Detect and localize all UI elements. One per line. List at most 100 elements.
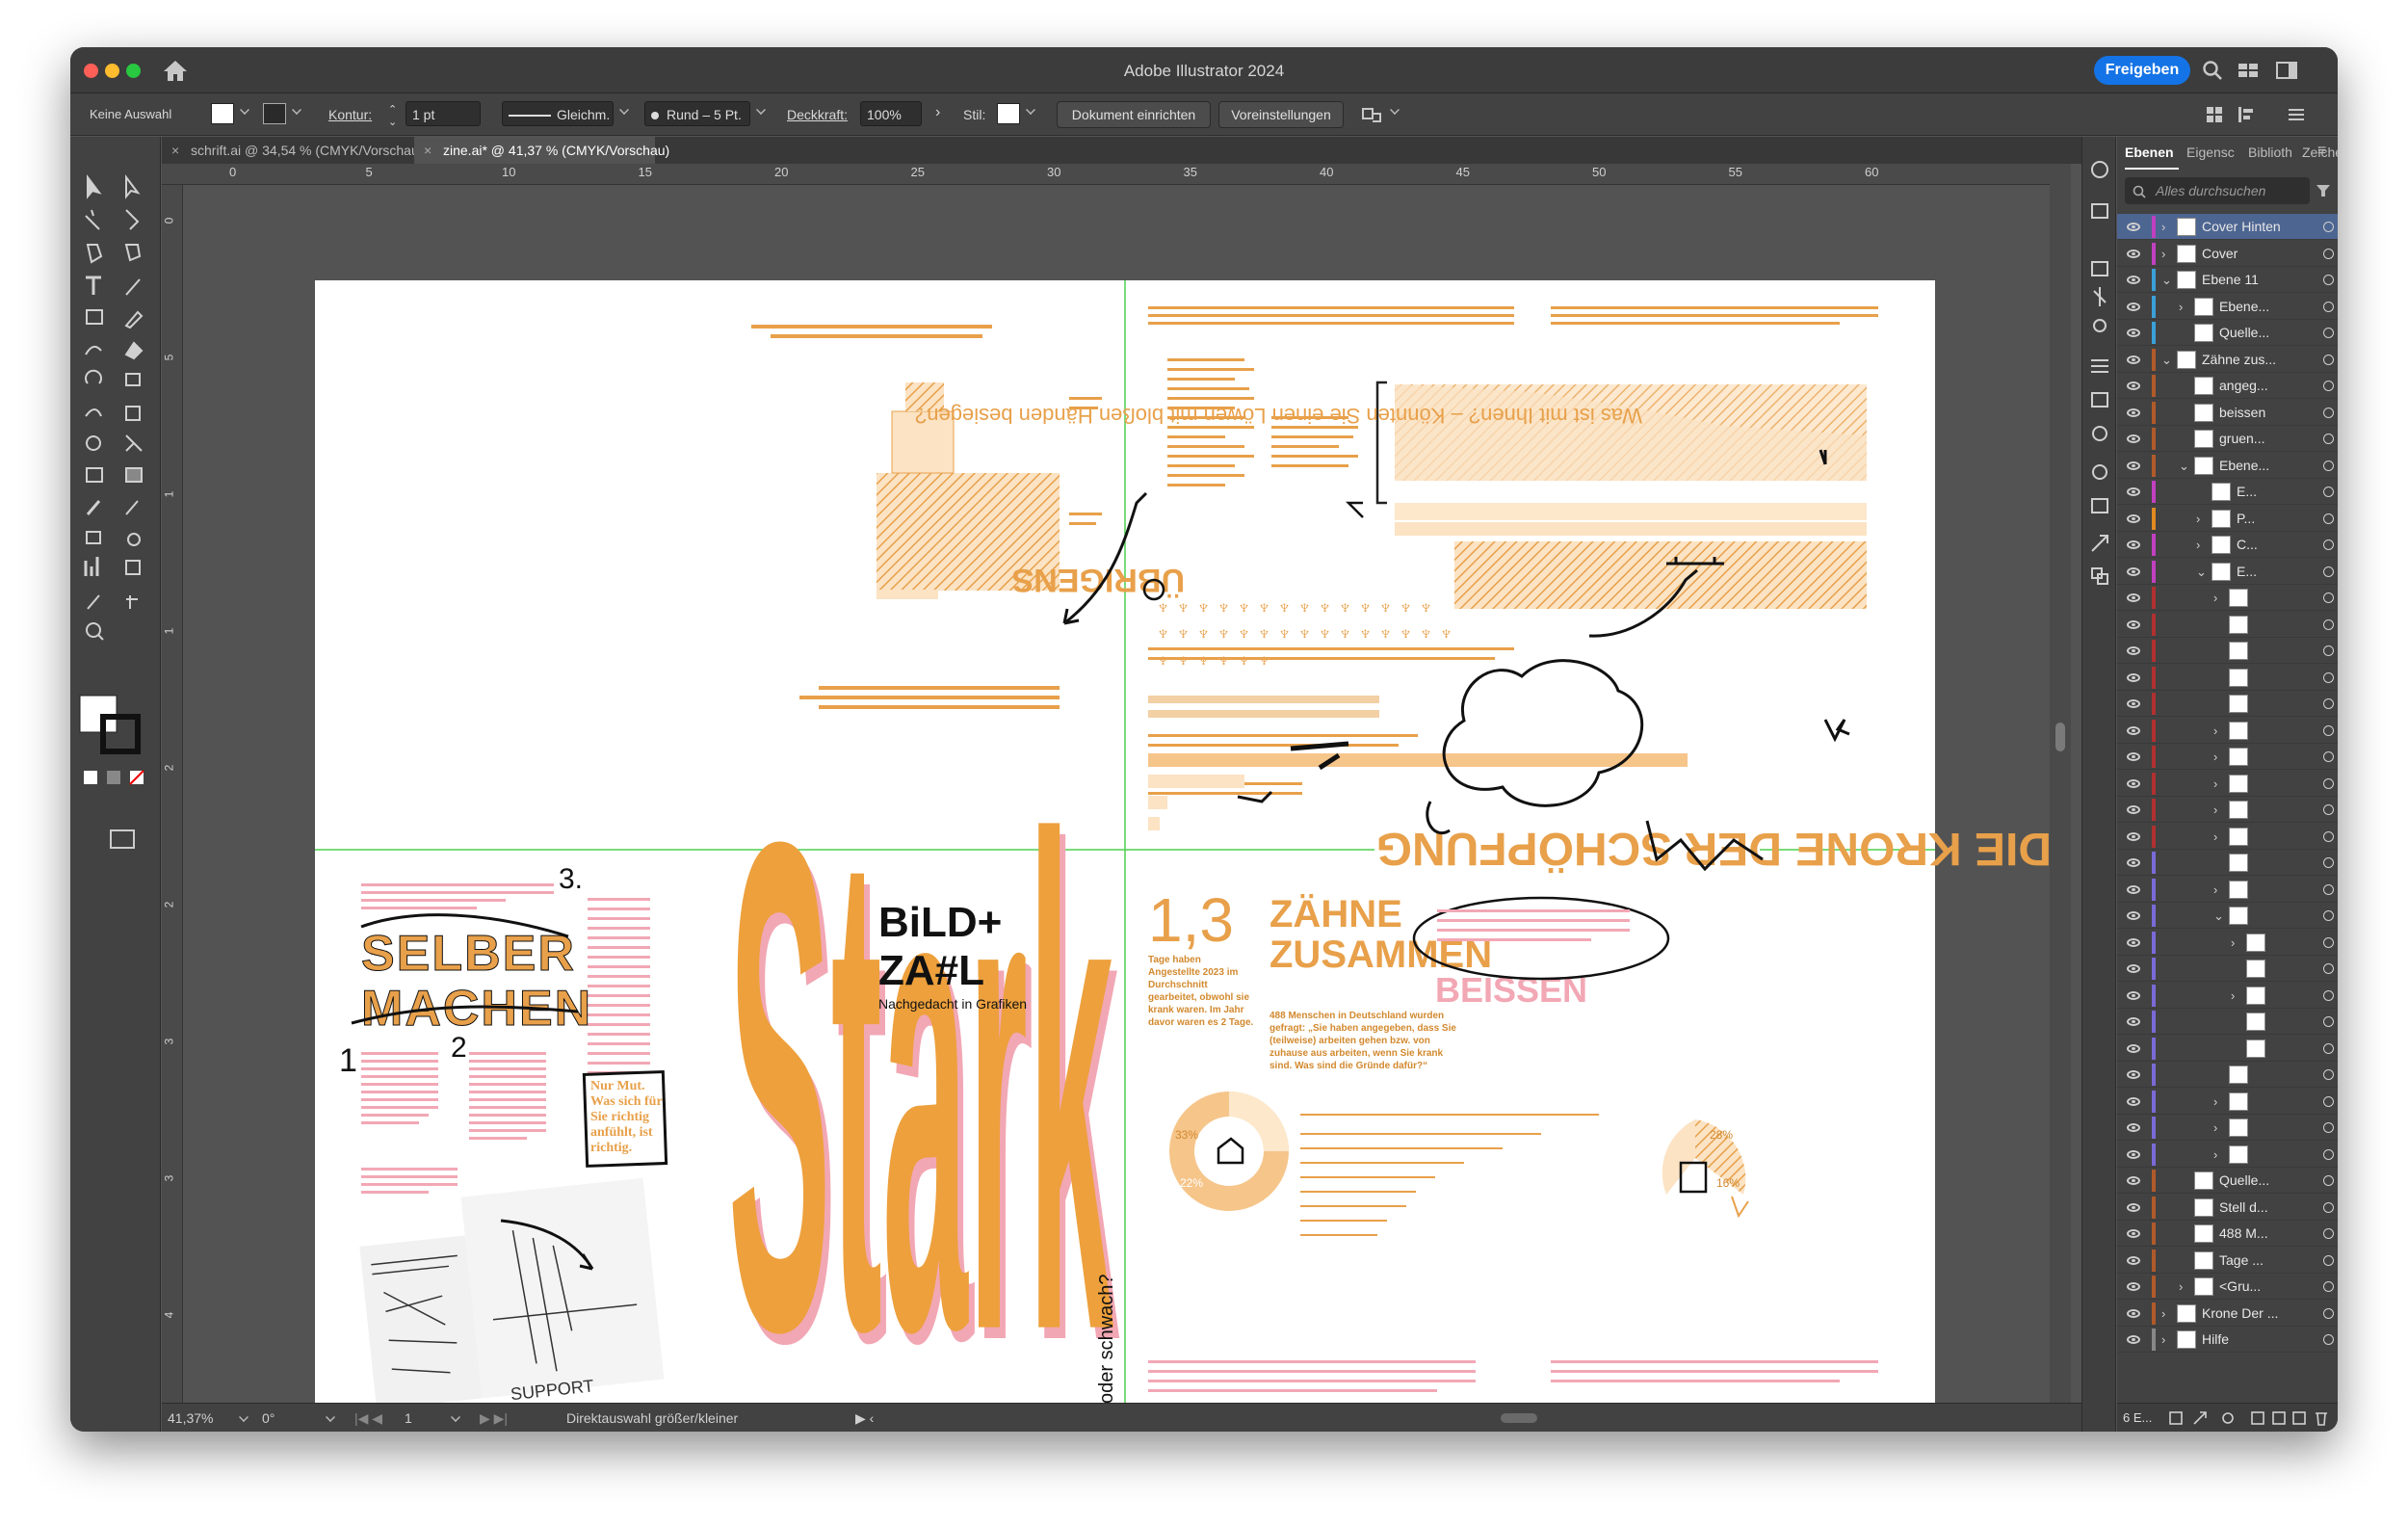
visibility-eye-icon[interactable] <box>2127 382 2140 390</box>
chevron-right-icon[interactable]: › <box>2213 724 2217 738</box>
layer-target-icon[interactable] <box>2323 1228 2334 1239</box>
horizontal-scroll-thumb[interactable] <box>1501 1413 1537 1423</box>
layer-target-icon[interactable] <box>2323 1201 2334 1213</box>
visibility-eye-icon[interactable] <box>2127 540 2140 549</box>
layer-row[interactable]: › <box>2117 1115 2338 1141</box>
layer-target-icon[interactable] <box>2323 248 2334 259</box>
chevron-right-icon[interactable]: › <box>2213 1120 2217 1135</box>
chevron-right-icon[interactable]: › <box>2179 300 2183 314</box>
layer-row[interactable] <box>2117 850 2338 876</box>
close-icon[interactable]: × <box>171 137 179 164</box>
visibility-eye-icon[interactable] <box>2127 964 2140 973</box>
first-artboard-icon[interactable]: |◀ ◀ <box>354 1410 382 1427</box>
tab-layers[interactable]: Ebenen <box>2125 145 2174 160</box>
visibility-eye-icon[interactable] <box>2127 778 2140 788</box>
layer-target-icon[interactable] <box>2323 407 2334 418</box>
visibility-eye-icon[interactable] <box>2127 1176 2140 1185</box>
layer-target-icon[interactable] <box>2323 883 2334 895</box>
visibility-eye-icon[interactable] <box>2127 566 2140 576</box>
layer-target-icon[interactable] <box>2323 328 2334 338</box>
chevron-down-icon[interactable] <box>1390 105 1400 115</box>
search-icon[interactable] <box>2202 60 2223 81</box>
layer-row[interactable]: 488 M... <box>2117 1221 2338 1247</box>
layer-row[interactable]: › P... <box>2117 506 2338 532</box>
layer-target-icon[interactable] <box>2323 381 2334 391</box>
visibility-eye-icon[interactable] <box>2127 302 2140 311</box>
layer-row[interactable] <box>2117 1062 2338 1088</box>
visibility-eye-icon[interactable] <box>2127 990 2140 1000</box>
layer-row[interactable]: Tage ... <box>2117 1248 2338 1274</box>
layer-target-icon[interactable] <box>2323 618 2334 630</box>
chevron-down-icon[interactable] <box>1026 105 1035 115</box>
visibility-eye-icon[interactable] <box>2127 434 2140 443</box>
chevron-down-icon[interactable]: ⌄ <box>2161 273 2172 288</box>
layer-row[interactable]: › <box>2117 718 2338 744</box>
visibility-eye-icon[interactable] <box>2127 223 2140 231</box>
layer-target-icon[interactable] <box>2323 777 2334 789</box>
visibility-eye-icon[interactable] <box>2127 1096 2140 1106</box>
chevron-right-icon[interactable]: › <box>2213 882 2217 897</box>
layer-row[interactable]: E... <box>2117 479 2338 505</box>
visibility-eye-icon[interactable] <box>2127 672 2140 682</box>
chevron-right-icon[interactable]: › <box>2161 247 2165 261</box>
visibility-eye-icon[interactable] <box>2127 752 2140 761</box>
status-menu-icon[interactable]: ▶ ‹ <box>855 1410 874 1427</box>
chevron-down-icon[interactable]: ⌄ <box>2161 353 2172 368</box>
visibility-eye-icon[interactable] <box>2127 725 2140 735</box>
layer-row[interactable]: Quelle... <box>2117 320 2338 346</box>
layer-row[interactable]: ⌄ Ebene... <box>2117 453 2338 479</box>
stroke-profile-select[interactable]: Gleichm. <box>502 101 614 126</box>
visibility-eye-icon[interactable] <box>2127 937 2140 947</box>
layer-target-icon[interactable] <box>2323 222 2334 232</box>
layer-row[interactable]: › Cover <box>2117 241 2338 267</box>
chevron-down-icon[interactable]: ⌄ <box>2179 459 2189 474</box>
chevron-right-icon[interactable]: › <box>2161 220 2165 234</box>
share-button[interactable]: Freigeben <box>2094 56 2190 85</box>
visibility-eye-icon[interactable] <box>2127 646 2140 655</box>
panel-toggle-icon[interactable] <box>2276 60 2297 81</box>
tab-properties[interactable]: Eigensc <box>2186 145 2235 160</box>
stroke-label[interactable]: Kontur: <box>328 107 372 122</box>
brush-select[interactable]: Rund – 5 Pt. <box>644 101 750 126</box>
layer-target-icon[interactable] <box>2323 1122 2334 1133</box>
layer-target-icon[interactable] <box>2323 1254 2334 1266</box>
layer-target-icon[interactable] <box>2323 354 2334 365</box>
layer-target-icon[interactable] <box>2323 460 2334 471</box>
layer-row[interactable] <box>2117 691 2338 717</box>
layer-target-icon[interactable] <box>2323 539 2334 550</box>
visibility-eye-icon[interactable] <box>2127 276 2140 284</box>
layer-target-icon[interactable] <box>2323 830 2334 842</box>
layer-target-icon[interactable] <box>2323 671 2334 683</box>
tab-schrift[interactable]: × schrift.ai @ 34,54 % (CMYK/Vorschau) <box>162 137 423 164</box>
arrange-icon[interactable] <box>1361 104 1382 125</box>
visibility-eye-icon[interactable] <box>2127 884 2140 894</box>
chevron-right-icon[interactable]: › <box>2161 1332 2165 1347</box>
chevron-down-icon[interactable] <box>756 105 766 115</box>
layer-row[interactable]: › Krone Der ... <box>2117 1301 2338 1327</box>
layers-search-input[interactable]: Alles durchsuchen <box>2125 177 2310 204</box>
menu-icon[interactable] <box>2286 104 2307 125</box>
chevron-right-icon[interactable]: › <box>2196 538 2200 552</box>
layer-target-icon[interactable] <box>2323 1307 2334 1319</box>
layer-row[interactable]: ⌄ E... <box>2117 559 2338 585</box>
visibility-eye-icon[interactable] <box>2127 699 2140 708</box>
chevron-down-icon[interactable]: ⌄ <box>2213 908 2224 924</box>
layer-row[interactable]: ⌄ Ebene 11 <box>2117 267 2338 293</box>
chevron-right-icon[interactable]: › <box>2213 776 2217 791</box>
visibility-eye-icon[interactable] <box>2127 1043 2140 1053</box>
layer-row[interactable]: Quelle... <box>2117 1168 2338 1194</box>
artboard-number[interactable]: 1 <box>405 1410 412 1426</box>
visibility-eye-icon[interactable] <box>2127 619 2140 629</box>
layer-target-icon[interactable] <box>2323 1069 2334 1080</box>
rotation-value[interactable]: 0° <box>262 1410 275 1426</box>
visibility-eye-icon[interactable] <box>2127 1255 2140 1265</box>
layer-target-icon[interactable] <box>2323 1334 2334 1345</box>
visibility-eye-icon[interactable] <box>2127 1229 2140 1238</box>
layer-target-icon[interactable] <box>2323 487 2334 497</box>
panel-menu-icon[interactable]: ≡ <box>2317 143 2326 160</box>
chevron-right-icon[interactable]: › <box>2213 829 2217 844</box>
layer-target-icon[interactable] <box>2323 751 2334 762</box>
layer-target-icon[interactable] <box>2323 963 2334 974</box>
visibility-eye-icon[interactable] <box>2127 831 2140 841</box>
chevron-down-icon[interactable] <box>619 105 629 115</box>
